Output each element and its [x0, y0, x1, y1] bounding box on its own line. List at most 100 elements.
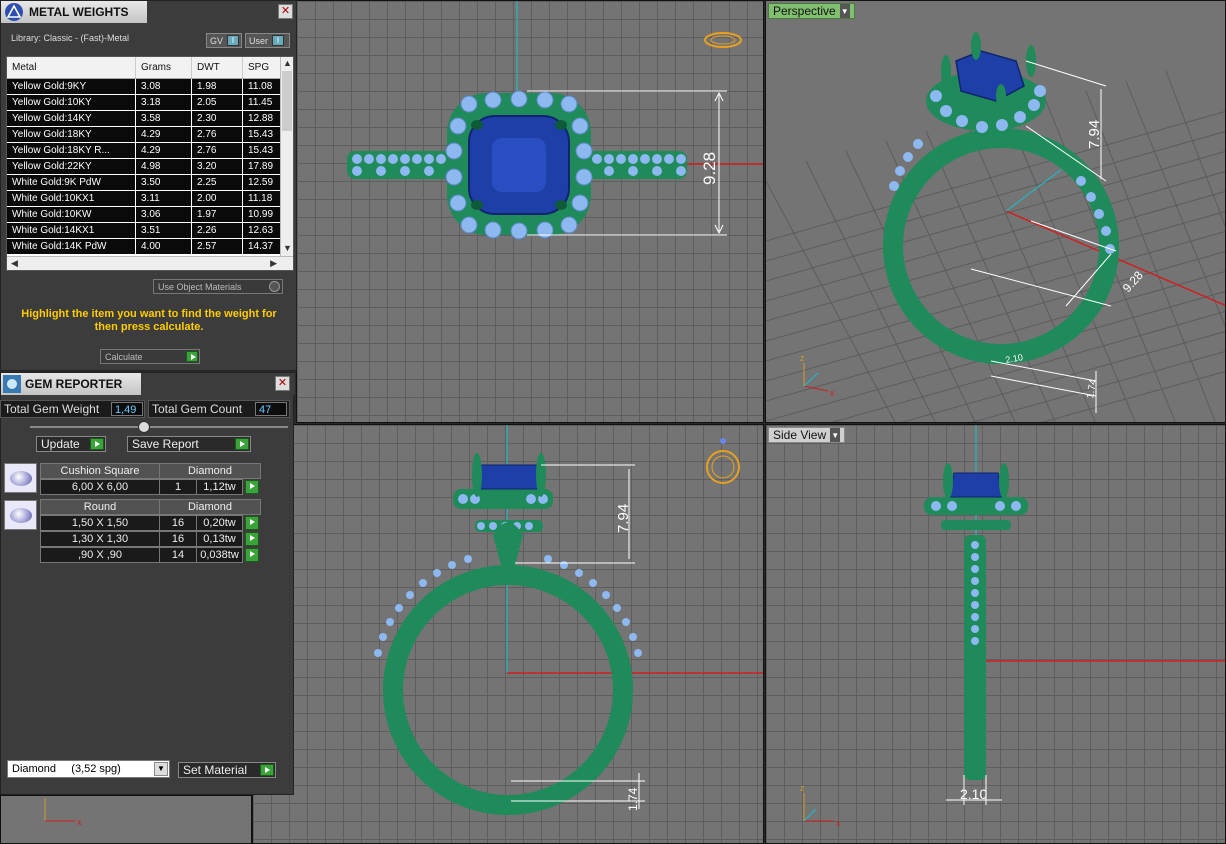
use-object-materials-label: Use Object Materials — [158, 281, 242, 292]
chevron-right-icon[interactable]: ▶ — [270, 258, 277, 269]
table-row[interactable]: White Gold:9K PdW 3.50 2.25 12.59 — [7, 175, 293, 191]
gem-report-area — [4, 566, 286, 752]
orbit-ring-icon[interactable] — [706, 438, 740, 484]
horizontal-scrollbar[interactable]: ◀ ▶ — [7, 256, 293, 270]
table-cell: 4.29 — [136, 143, 192, 158]
table-cell: 11.08 — [243, 79, 283, 94]
side-viewport-label[interactable]: Side View ▼ — [768, 427, 846, 443]
table-cell: 3.50 — [136, 175, 192, 190]
gem-reporter-titlebar[interactable]: GEM REPORTER ✕ — [1, 373, 293, 395]
svg-text:x: x — [836, 818, 841, 828]
gem-splitter-slider[interactable] — [30, 421, 288, 433]
metal-table[interactable]: Metal Grams DWT SPG Yellow Gold:9KY 3.08 1… — [6, 56, 294, 271]
chevron-left-icon[interactable]: ◀ — [11, 258, 18, 269]
gem-row-go-button[interactable] — [245, 548, 259, 562]
scrollbar-thumb[interactable] — [282, 71, 292, 131]
gem-shape-header: Cushion Square — [40, 463, 160, 479]
chevron-up-icon[interactable]: ▲ — [283, 58, 292, 68]
table-cell: 14.37 — [243, 239, 283, 254]
perspective-dimension-a: 7.94 — [1086, 120, 1103, 149]
column-header[interactable]: Metal — [7, 57, 136, 78]
update-button[interactable]: Update — [36, 436, 106, 452]
gv-toggle[interactable]: GV I — [206, 33, 242, 48]
table-cell: 3.18 — [136, 95, 192, 110]
table-cell: 2.76 — [192, 143, 243, 158]
front-dimension-band: 1.74 — [626, 787, 640, 811]
vertical-scrollbar[interactable]: ▲ ▼ — [280, 57, 293, 257]
viewport-perspective[interactable]: 7.94 9.28 1.74 2.10 z x Perspective ▼ — [765, 0, 1226, 423]
save-report-label: Save Report — [132, 437, 199, 451]
table-cell: White Gold:14K PdW — [7, 239, 136, 254]
orbit-ring-icon[interactable] — [704, 32, 742, 48]
calculate-hint: Highlight the item you want to find the … — [21, 308, 277, 333]
close-icon[interactable]: ✕ — [275, 376, 290, 391]
use-object-materials-toggle[interactable]: Use Object Materials — [153, 279, 283, 294]
table-row[interactable]: Yellow Gold:18KY 4.29 2.76 15.43 — [7, 127, 293, 143]
axis-gizmo-icon: z x — [800, 353, 835, 398]
viewport-front[interactable]: 7.94 1.74 — [252, 424, 764, 844]
front-view-model: 7.94 1.74 — [374, 425, 763, 815]
gem-row-go-button[interactable] — [245, 532, 259, 546]
close-icon[interactable]: ✕ — [278, 4, 293, 19]
table-cell: 4.29 — [136, 127, 192, 142]
chevron-down-icon[interactable]: ▼ — [154, 762, 168, 776]
table-row[interactable]: Yellow Gold:22KY 4.98 3.20 17.89 — [7, 159, 293, 175]
chevron-down-icon[interactable]: ▼ — [839, 4, 850, 18]
toggle-switch-icon: I — [227, 35, 240, 46]
table-cell: Yellow Gold:22KY — [7, 159, 136, 174]
axis-gizmo-icon: z x — [800, 783, 841, 828]
table-cell: 1.97 — [192, 207, 243, 222]
table-cell: 12.63 — [243, 223, 283, 238]
top-dimension-label: 9.28 — [700, 152, 719, 185]
cushion-gem-thumbnail[interactable] — [4, 463, 37, 493]
table-cell: 2.30 — [192, 111, 243, 126]
table-cell: 3.58 — [136, 111, 192, 126]
set-material-button[interactable]: Set Material — [178, 762, 276, 778]
table-row[interactable]: White Gold:14K PdW 4.00 2.57 14.37 — [7, 239, 293, 255]
viewport-top[interactable]: 9.28 — [296, 0, 764, 423]
gem-row-go-button[interactable] — [245, 480, 259, 494]
table-row[interactable]: Yellow Gold:9KY 3.08 1.98 11.08 — [7, 79, 293, 95]
table-row[interactable]: Yellow Gold:14KY 3.58 2.30 12.88 — [7, 111, 293, 127]
table-row[interactable]: White Gold:14KX1 3.51 2.26 12.63 — [7, 223, 293, 239]
metal-weights-titlebar[interactable]: METAL WEIGHTS ✕ — [1, 1, 296, 23]
metal-table-header: Metal Grams DWT SPG — [7, 57, 293, 79]
column-header[interactable]: SPG — [243, 57, 283, 78]
user-toggle[interactable]: User I — [245, 33, 290, 48]
material-select[interactable]: Diamond (3,52 spg) ▼ — [7, 760, 170, 778]
play-arrow-icon — [235, 438, 249, 450]
gem-count-cell: 14 — [159, 547, 197, 563]
user-toggle-label: User — [249, 35, 269, 46]
calculate-button[interactable]: Calculate — [100, 349, 200, 364]
table-row[interactable]: White Gold:10KW 3.06 1.97 10.99 — [7, 207, 293, 223]
table-cell: 2.76 — [192, 127, 243, 142]
column-header[interactable]: DWT — [192, 57, 243, 78]
save-report-button[interactable]: Save Report — [127, 436, 251, 452]
toggle-switch-icon: I — [272, 35, 285, 46]
table-cell: 3.11 — [136, 191, 192, 206]
chevron-down-icon[interactable]: ▼ — [283, 243, 292, 253]
library-label: Library: Classic - (Fast)-Metal — [11, 33, 130, 43]
matrix-logo-icon — [5, 3, 23, 21]
perspective-dimension-c: 1.74 — [1085, 378, 1099, 400]
viewport-side[interactable]: 2.10 z x Side View ▼ — [765, 424, 1226, 844]
axis-gizmo-icon: x — [44, 798, 82, 827]
round-gem-thumbnail[interactable] — [4, 500, 37, 530]
table-row[interactable]: White Gold:10KX1 3.11 2.00 11.18 — [7, 191, 293, 207]
table-cell: 12.88 — [243, 111, 283, 126]
slider-knob[interactable] — [138, 421, 150, 433]
calculate-label: Calculate — [105, 351, 143, 362]
gem-material-header: Diamond — [159, 463, 261, 479]
gem-size-cell: ,90 X ,90 — [40, 547, 160, 563]
svg-text:x: x — [830, 388, 835, 398]
play-arrow-icon — [90, 438, 104, 450]
table-row[interactable]: Yellow Gold:18KY R... 4.29 2.76 15.43 — [7, 143, 293, 159]
table-row[interactable]: Yellow Gold:10KY 3.18 2.05 11.45 — [7, 95, 293, 111]
chevron-down-icon[interactable]: ▼ — [830, 428, 841, 442]
perspective-viewport-label[interactable]: Perspective ▼ — [768, 3, 855, 19]
play-arrow-icon — [260, 764, 274, 776]
gem-row-go-button[interactable] — [245, 516, 259, 530]
gem-reporter-logo-icon — [3, 375, 21, 393]
gem-shape-header: Round — [40, 499, 160, 515]
column-header[interactable]: Grams — [136, 57, 192, 78]
